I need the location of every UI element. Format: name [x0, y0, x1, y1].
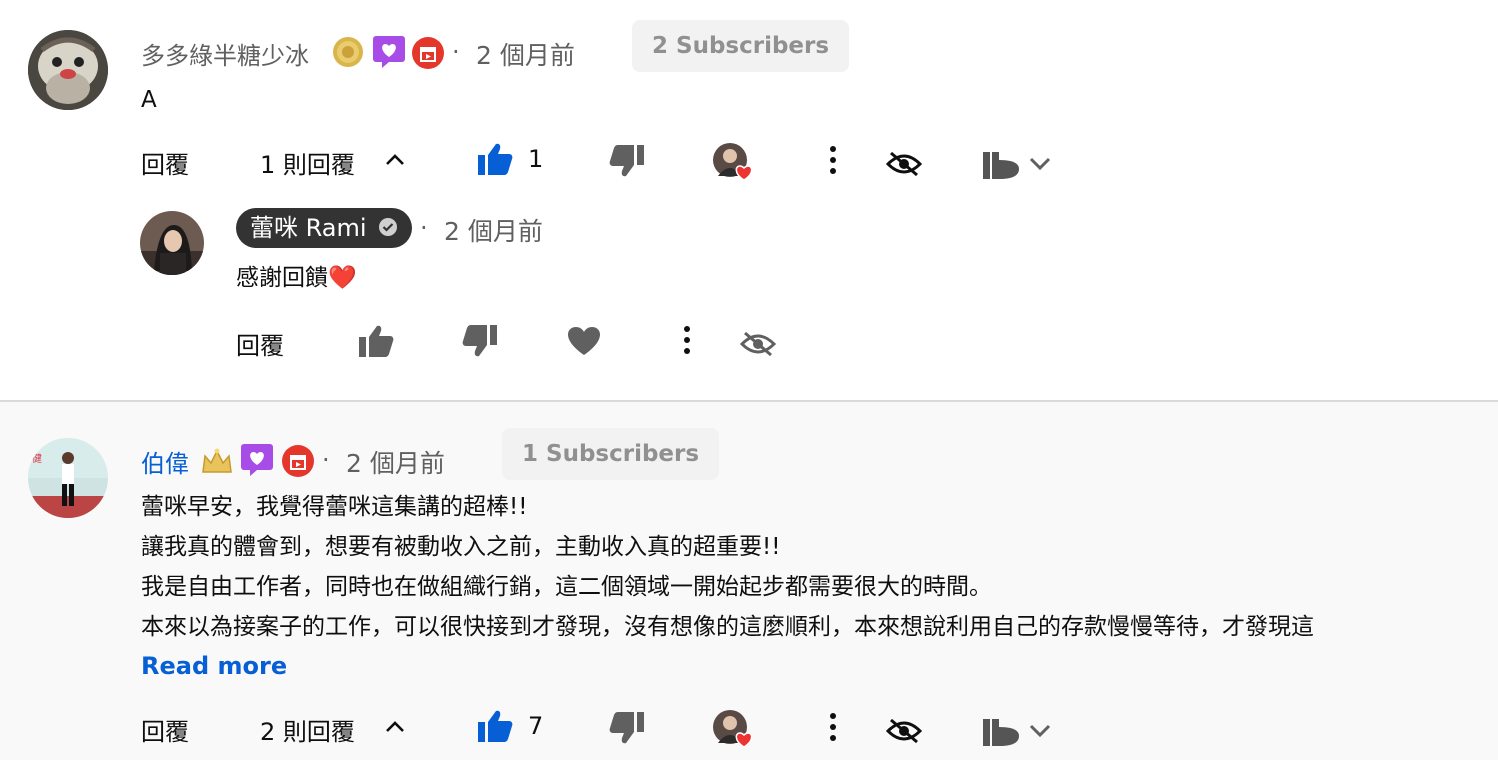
comment-line: 本來以為接案子的工作，可以很快接到才發現，沒有想像的這麼順利，本來想說利用自己的… [141, 614, 1314, 640]
dislike-icon[interactable] [462, 324, 498, 362]
comment-line: 蕾咪早安，我覺得蕾咪這集講的超棒!! [141, 494, 528, 520]
verified-check-icon [378, 209, 398, 249]
separator-dot: · [420, 214, 428, 242]
avatar-image: 健 [28, 438, 108, 518]
read-more-link[interactable]: Read more [141, 652, 287, 680]
separator-dot: · [322, 446, 330, 474]
chevron-up-icon [384, 716, 406, 742]
like-count: 1 [528, 145, 544, 173]
comment-line: 讓我真的體會到，想要有被動收入之前，主動收入真的超重要!! [141, 534, 781, 560]
hide-comment-icon[interactable] [885, 717, 923, 749]
gift-badge-icon [281, 444, 315, 482]
dislike-icon[interactable] [609, 711, 645, 749]
tubebuddy-menu-icon[interactable] [981, 714, 1059, 752]
reply-author-chip[interactable]: 蕾咪 Rami [236, 208, 413, 249]
tubebuddy-menu-icon[interactable] [981, 147, 1059, 185]
creator-heart-icon[interactable] [712, 142, 756, 186]
chevron-up-icon [384, 149, 406, 175]
replies-count: 2 則回覆 [260, 718, 355, 746]
reply-button[interactable]: 回覆 [141, 712, 189, 747]
member-coin-badge-icon [332, 36, 364, 72]
like-count: 7 [528, 712, 544, 740]
hide-comment-icon[interactable] [885, 150, 923, 182]
reply-text: 感謝回饋❤️ [236, 265, 357, 291]
reply-time[interactable]: 2 個月前 [444, 212, 543, 248]
separator-dot: · [452, 38, 460, 66]
creator-heart-icon[interactable] [712, 709, 756, 753]
reply-author: 蕾咪 Rami [250, 214, 367, 242]
heart-member-badge-icon [240, 443, 274, 481]
subscribers-chip: 1 Subscribers [502, 428, 720, 480]
subscribers-chip: 2 Subscribers [632, 20, 850, 72]
crown-badge-icon [200, 446, 234, 480]
replies-count: 1 則回覆 [260, 151, 355, 179]
comment-time[interactable]: 2 個月前 [476, 36, 575, 72]
heart-icon[interactable] [567, 326, 601, 360]
hide-comment-icon[interactable] [739, 330, 777, 362]
heart-member-badge-icon [372, 35, 406, 73]
comment-author[interactable]: 伯偉 [141, 444, 189, 479]
dislike-icon[interactable] [609, 144, 645, 182]
reply-avatar[interactable] [140, 211, 204, 275]
reply-reply-button[interactable]: 回覆 [236, 326, 284, 361]
more-options-icon[interactable] [826, 144, 840, 180]
comment-text: A [141, 87, 157, 113]
like-filled-icon[interactable] [477, 709, 513, 747]
like-filled-icon[interactable] [477, 142, 513, 180]
more-options-icon[interactable] [826, 711, 840, 747]
more-options-icon[interactable] [680, 324, 694, 360]
like-icon[interactable] [358, 324, 394, 362]
avatar-image [140, 211, 204, 275]
comment-text: 蕾咪早安，我覺得蕾咪這集講的超棒!! 讓我真的體會到，想要有被動收入之前，主動收… [141, 487, 1471, 647]
avatar[interactable]: 健 [28, 438, 108, 518]
gift-badge-icon [411, 36, 445, 74]
avatar[interactable] [28, 30, 108, 110]
avatar-image [28, 30, 108, 110]
comment-author[interactable]: 多多綠半糖少冰 [141, 36, 309, 71]
reply-button[interactable]: 回覆 [141, 145, 189, 180]
comment-line: 我是自由工作者，同時也在做組織行銷，這二個領域一開始起步都需要很大的時間。 [141, 574, 992, 600]
comment-time[interactable]: 2 個月前 [346, 444, 445, 480]
